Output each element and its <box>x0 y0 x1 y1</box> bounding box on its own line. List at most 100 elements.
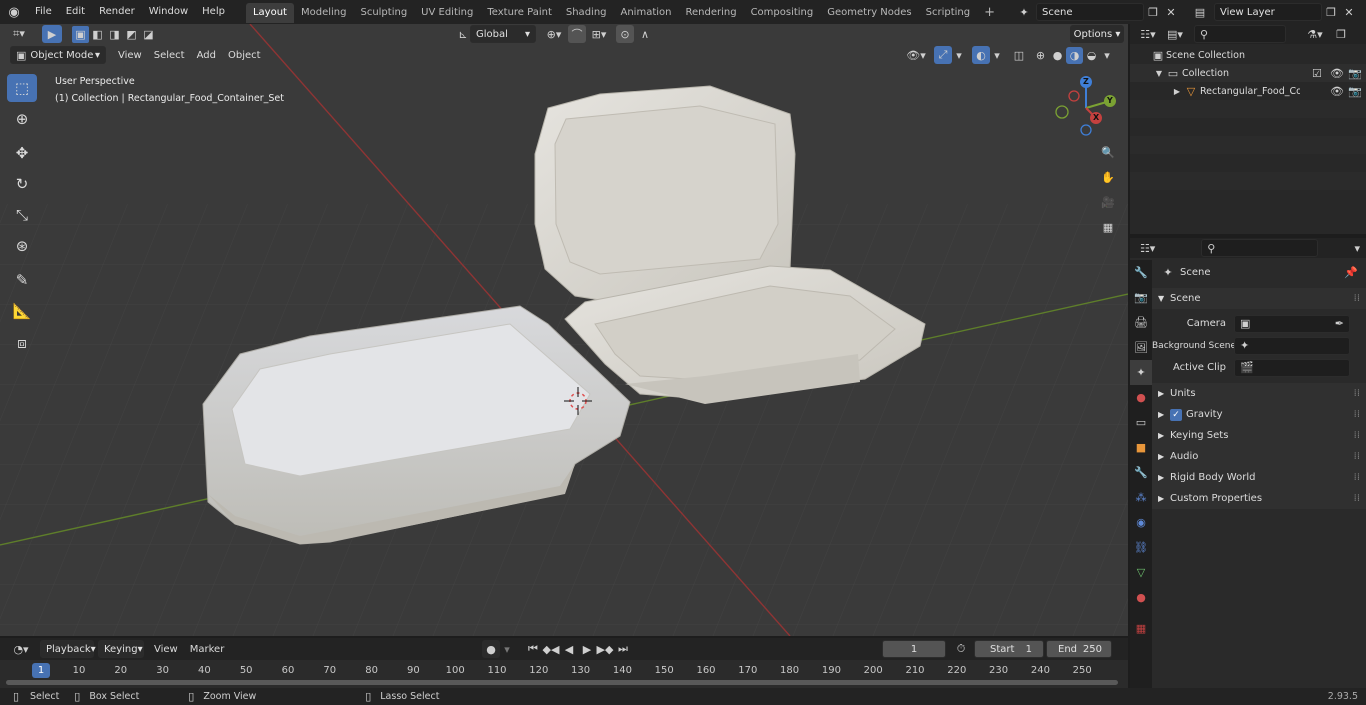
start-frame-field[interactable]: Start 1 <box>974 640 1044 658</box>
timeline-menu-marker[interactable]: Marker <box>184 644 231 655</box>
camera-field[interactable]: ▣ ✒ <box>1234 314 1350 333</box>
view-layer-tab-icon[interactable]: 🖼 <box>1130 335 1152 360</box>
record-icon[interactable]: ● <box>482 640 500 658</box>
select-tool-icon[interactable]: ▶ <box>42 25 62 43</box>
tab-geometry-nodes[interactable]: Geometry Nodes <box>820 3 918 23</box>
pivot-icon[interactable]: ⊕▾ <box>540 28 568 41</box>
shading-dropdown-icon[interactable]: ▾ <box>1100 49 1114 62</box>
playback-dropdown[interactable]: Playback ▾ <box>40 640 96 658</box>
tab-modeling[interactable]: Modeling <box>294 3 354 23</box>
play-reverse-icon[interactable]: ◀ <box>560 643 578 656</box>
pin-icon[interactable]: 📌 <box>1344 266 1358 279</box>
transform-tool-icon[interactable]: ⊛ <box>7 232 37 260</box>
end-frame-field[interactable]: End 250 <box>1046 640 1112 658</box>
world-tab-icon[interactable]: ● <box>1130 385 1152 410</box>
collection-tab-icon[interactable]: ▭ <box>1130 410 1152 435</box>
tab-compositing[interactable]: Compositing <box>744 3 821 23</box>
rotate-tool-icon[interactable]: ↻ <box>7 170 37 198</box>
select-new-icon[interactable]: ▣ <box>72 25 89 43</box>
object-tab-icon[interactable]: ■ <box>1130 435 1152 460</box>
filter-icon[interactable]: ⚗▾ <box>1302 28 1328 41</box>
close-scene-icon[interactable]: ✕ <box>1162 6 1180 19</box>
viewport-menu-add[interactable]: Add <box>191 50 222 61</box>
snap-icon[interactable]: ⌒ <box>568 25 586 43</box>
cursor-tool-icon[interactable]: ⊕ <box>7 105 37 133</box>
outliner-editor-type-icon[interactable]: ☷▾ <box>1134 28 1162 41</box>
tab-animation[interactable]: Animation <box>614 3 679 23</box>
outliner-search-input[interactable]: ⚲ <box>1194 25 1286 43</box>
collapse-arrow-icon[interactable]: ▼ <box>1154 69 1164 78</box>
active-clip-field[interactable]: 🎬 <box>1234 358 1350 377</box>
tab-uv-editing[interactable]: UV Editing <box>414 3 480 23</box>
gizmo-toggle-icon[interactable]: ⤢ <box>934 46 952 64</box>
keying-sets-panel-header[interactable]: ▶ Keying Sets ⁞⁞ <box>1152 425 1366 446</box>
timeline-editor-type-icon[interactable]: ◔▾ <box>6 643 36 656</box>
scene-panel-header[interactable]: ▼ Scene ⁞⁞ <box>1152 288 1366 309</box>
collection-visibility-icon[interactable]: 👁 <box>1330 67 1344 80</box>
proportional-edit-icon[interactable]: ⊙ <box>616 25 634 43</box>
outliner-scene-collection[interactable]: ▣ Scene Collection <box>1130 46 1366 64</box>
menu-file[interactable]: File <box>28 0 59 24</box>
prev-keyframe-icon[interactable]: ◆◀ <box>542 643 560 656</box>
physics-tab-icon[interactable]: ◉ <box>1130 510 1152 535</box>
output-tab-icon[interactable]: 🖨 <box>1130 310 1152 335</box>
viewport-menu-view[interactable]: View <box>112 50 148 61</box>
ortho-toggle-icon[interactable]: ▦ <box>1097 216 1119 238</box>
scene-icon[interactable]: ✦ <box>1012 6 1036 19</box>
close-view-layer-icon[interactable]: ✕ <box>1340 6 1358 19</box>
rendered-shading-icon[interactable]: ◒ <box>1083 49 1100 62</box>
solid-shading-icon[interactable]: ● <box>1049 49 1066 62</box>
annotate-tool-icon[interactable]: ✎ <box>7 266 37 294</box>
audio-panel-header[interactable]: ▶ Audio ⁞⁞ <box>1152 446 1366 467</box>
material-tab-icon[interactable]: ● <box>1130 585 1152 610</box>
viewport-canvas[interactable] <box>0 24 1128 636</box>
jump-end-icon[interactable]: ⏭ <box>614 642 632 656</box>
collection-checkbox-icon[interactable]: ☑ <box>1312 67 1322 80</box>
tab-sculpting[interactable]: Sculpting <box>353 3 414 23</box>
eyedropper-icon[interactable]: ✒ <box>1335 317 1344 330</box>
select-box-tool-icon[interactable]: ⬚ <box>7 74 37 102</box>
xray-icon[interactable]: ◫ <box>1010 49 1028 62</box>
wireframe-shading-icon[interactable]: ⊕ <box>1032 49 1049 62</box>
render-tab-icon[interactable]: 📷 <box>1130 285 1152 310</box>
overlay-dropdown-icon[interactable]: ▾ <box>990 49 1004 62</box>
play-icon[interactable]: ▶ <box>578 643 596 656</box>
particles-tab-icon[interactable]: ⁂ <box>1130 485 1152 510</box>
rigid-body-panel-header[interactable]: ▶ Rigid Body World ⁞⁞ <box>1152 467 1366 488</box>
custom-properties-panel-header[interactable]: ▶ Custom Properties ⁞⁞ <box>1152 488 1366 509</box>
select-extend-icon[interactable]: ◧ <box>89 26 106 43</box>
material-shading-icon[interactable]: ◑ <box>1066 46 1083 64</box>
scene-field[interactable]: Scene <box>1036 3 1144 21</box>
pan-view-icon[interactable]: ✋ <box>1097 166 1119 188</box>
menu-help[interactable]: Help <box>195 0 232 24</box>
overlay-toggle-icon[interactable]: ◐ <box>972 46 990 64</box>
menu-window[interactable]: Window <box>142 0 195 24</box>
move-tool-icon[interactable]: ✥ <box>7 139 37 167</box>
menu-edit[interactable]: Edit <box>59 0 92 24</box>
tab-texture-paint[interactable]: Texture Paint <box>480 3 559 23</box>
blender-logo-icon[interactable]: ◉ <box>0 5 28 20</box>
camera-view-icon[interactable]: 🎥 <box>1097 191 1119 213</box>
view-layer-icon[interactable]: ▤ <box>1186 6 1214 19</box>
tab-shading[interactable]: Shading <box>559 3 614 23</box>
texture-tab-icon[interactable]: ▦ <box>1130 616 1152 641</box>
modifier-tab-icon[interactable]: 🔧 <box>1130 460 1152 485</box>
snap-target-icon[interactable]: ⊞▾ <box>586 28 612 41</box>
tab-scripting[interactable]: Scripting <box>919 3 977 23</box>
tool-tab-icon[interactable]: 🔧 <box>1130 260 1152 285</box>
add-cube-tool-icon[interactable]: ⧈ <box>7 329 37 357</box>
zoom-view-icon[interactable]: 🔍 <box>1097 141 1119 163</box>
display-mode-icon[interactable]: ▤▾ <box>1162 28 1188 41</box>
background-scene-field[interactable]: ✦ <box>1234 336 1350 355</box>
scene-tab-icon[interactable]: ✦ <box>1130 360 1152 385</box>
constraints-tab-icon[interactable]: ⛓ <box>1130 535 1152 560</box>
viewport-area[interactable]: Z Y X User Perspective (1) Collection | … <box>0 24 1128 636</box>
properties-editor-type-icon[interactable]: ☷▾ <box>1134 242 1161 255</box>
expand-arrow-icon[interactable]: ▶ <box>1172 87 1182 96</box>
gravity-checkbox[interactable]: ✓ <box>1170 408 1182 421</box>
options-button[interactable]: Options ▾ <box>1070 25 1124 43</box>
outliner-object[interactable]: ▶ ▽ Rectangular_Food_Conta 👁 📷 <box>1130 82 1366 100</box>
add-workspace-button[interactable]: + <box>977 3 1002 23</box>
orientation-dropdown[interactable]: Global ▾ <box>470 25 536 43</box>
tab-layout[interactable]: Layout <box>245 3 294 23</box>
